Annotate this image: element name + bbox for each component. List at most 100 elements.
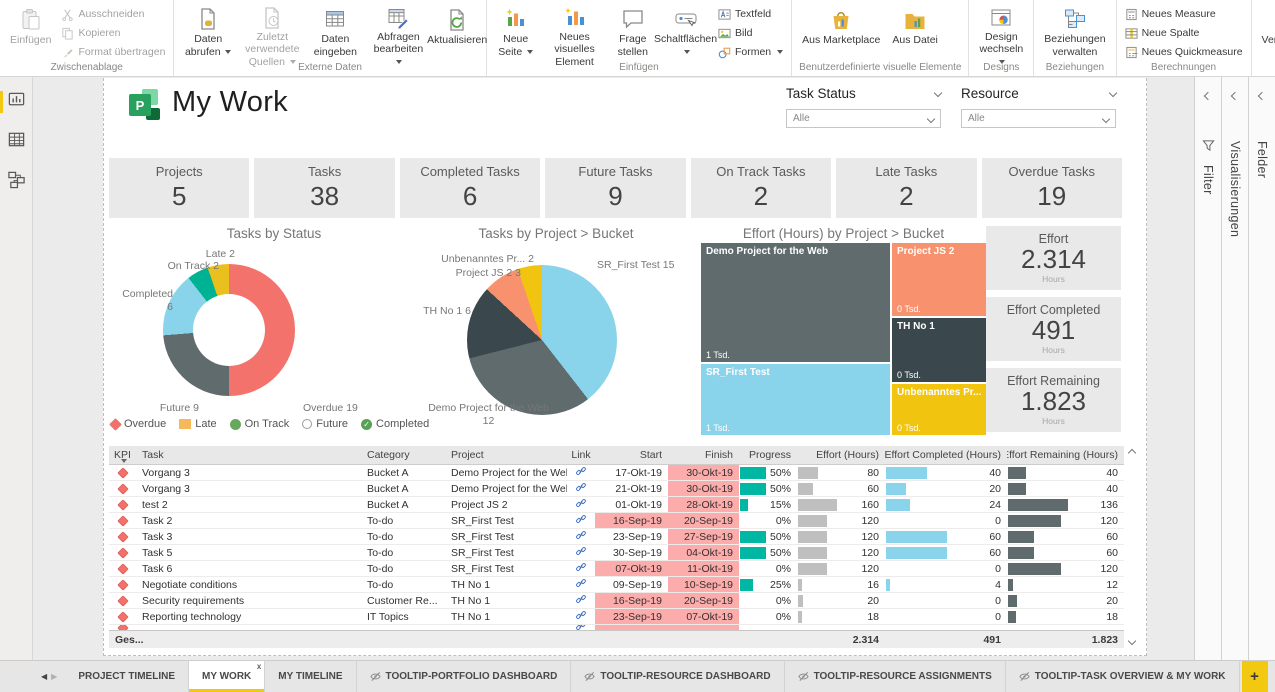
formen-button[interactable]: Formen [715, 43, 786, 61]
column-header-effort-hours[interactable]: Effort (Hours) [797, 446, 885, 464]
legend-item-overdue[interactable]: Overdue [111, 418, 166, 430]
tab-nav-back-icon[interactable]: ◀ [41, 672, 47, 681]
link-icon[interactable] [575, 609, 587, 624]
kpi-card-tasks[interactable]: Tasks 38 [254, 158, 394, 218]
treemap-node-project-js-2[interactable]: Project JS 2 0 Tsd. [892, 243, 986, 316]
neue-spalte-button[interactable]: Neue Spalte [1122, 24, 1246, 42]
tab-tooltip-resource-dashboard[interactable]: TOOLTIP-RESOURCE DASHBOARD [571, 661, 784, 692]
textfeld-button[interactable]: Textfeld [715, 5, 786, 23]
column-header-kpi[interactable]: KPI [109, 446, 136, 464]
tab-close-icon[interactable]: x [257, 662, 261, 671]
data-view-button[interactable] [0, 129, 33, 155]
schaltflächen-button[interactable]: Schaltflächen [658, 2, 713, 60]
slicer-dropdown[interactable]: Alle [786, 109, 941, 128]
link-cell[interactable] [567, 577, 595, 592]
treemap-node-th-no-1[interactable]: TH No 1 0 Tsd. [892, 318, 986, 382]
chevron-down-icon[interactable] [934, 89, 942, 97]
beziehungen-verwalten-button[interactable]: Beziehungen verwalten [1039, 2, 1110, 60]
tab-tooltip-portfolio-dashboard[interactable]: TOOLTIP-PORTFOLIO DASHBOARD [357, 661, 572, 692]
neues-visuelles-element-button[interactable]: Neues visuelles Element [542, 2, 608, 60]
tab-nav-forward-icon[interactable]: ▶ [51, 672, 57, 681]
column-header-category[interactable]: Category [361, 446, 445, 464]
model-view-button[interactable] [0, 169, 33, 195]
link-icon[interactable] [575, 577, 587, 592]
table-row[interactable]: Reporting technology IT Topics TH No 1 2… [109, 609, 1124, 625]
column-header-effort-remaining-hours[interactable]: Effort Remaining (Hours) [1007, 446, 1124, 464]
chevron-down-icon[interactable] [1102, 114, 1110, 122]
scroll-up-icon[interactable] [1128, 449, 1136, 457]
panel-expand-icon[interactable] [1231, 92, 1239, 100]
slicer-header[interactable]: Resource [961, 83, 1116, 103]
table-row[interactable]: Negotiate conditions To-do TH No 1 09-Se… [109, 577, 1124, 593]
link-cell[interactable] [567, 561, 595, 576]
link-icon[interactable] [575, 593, 587, 608]
aus-marketplace-button[interactable]: Aus Marketplace [797, 2, 885, 60]
new-page-button[interactable]: + [1242, 661, 1268, 692]
table-row[interactable]: Security requirements Customer Re... TH … [109, 593, 1124, 609]
column-header-effort-completed-hours[interactable]: Effort Completed (Hours) [885, 446, 1007, 464]
legend-item-on-track[interactable]: On Track [230, 418, 290, 430]
kpi-card-completed-tasks[interactable]: Completed Tasks 6 [400, 158, 540, 218]
column-header-start[interactable]: Start [595, 446, 668, 464]
kpi-card-future-tasks[interactable]: Future Tasks 9 [545, 158, 685, 218]
link-cell[interactable] [567, 545, 595, 560]
kpi-card-projects[interactable]: Projects 5 [109, 158, 249, 218]
column-header-project[interactable]: Project [445, 446, 567, 464]
legend-item-late[interactable]: Late [179, 418, 216, 430]
tab-tooltip-task-overview-my-work[interactable]: TOOLTIP-TASK OVERVIEW & MY WORK [1006, 661, 1240, 692]
slicer-header[interactable]: Task Status [786, 83, 941, 103]
neue-seite-button[interactable]: Neue Seite [492, 2, 540, 60]
column-header-finish[interactable]: Finish [668, 446, 739, 464]
aktualisieren-button[interactable]: Aktualisieren [434, 2, 481, 60]
neues-quickmeasure-button[interactable]: Neues Quickmeasure [1122, 43, 1246, 61]
neues-measure-button[interactable]: Neues Measure [1122, 5, 1246, 23]
daten-eingeben-button[interactable]: Daten eingeben [308, 2, 364, 60]
link-cell[interactable] [567, 593, 595, 608]
column-header-task[interactable]: Task [136, 446, 361, 464]
treemap-node-demo-project-for-the-web[interactable]: Demo Project for the Web 1 Tsd. [701, 243, 890, 362]
chevron-down-icon[interactable] [927, 114, 935, 122]
card-effort-remaining[interactable]: Effort Remaining 1.823 Hours [986, 368, 1121, 432]
link-icon[interactable] [575, 497, 587, 512]
link-icon[interactable] [575, 545, 587, 560]
tab-my-timeline[interactable]: MY TIMELINE [265, 661, 356, 692]
table-row[interactable]: Task 5 To-do SR_First Test 30-Sep-19 04-… [109, 545, 1124, 561]
table-scrollbar[interactable] [1125, 446, 1139, 648]
column-header-progress[interactable]: Progress [739, 446, 797, 464]
report-view-button[interactable] [0, 89, 33, 115]
design-wechseln-button[interactable]: Design wechseln [974, 2, 1028, 60]
card-effort[interactable]: Effort 2.314 Hours [986, 226, 1121, 290]
link-icon[interactable] [575, 465, 587, 480]
treemap-node-sr-first-test[interactable]: SR_First Test 1 Tsd. [701, 364, 890, 435]
scroll-down-icon[interactable] [1128, 637, 1136, 645]
aus-datei-button[interactable]: Aus Datei [887, 2, 943, 60]
panel-expand-icon[interactable] [1204, 92, 1212, 100]
link-cell[interactable] [567, 481, 595, 496]
panel-expand-icon[interactable] [1258, 92, 1266, 100]
kpi-card-on-track-tasks[interactable]: On Track Tasks 2 [691, 158, 831, 218]
table-row[interactable]: test 2 Bucket A Project JS 2 01-Okt-19 2… [109, 497, 1124, 513]
pie-chart[interactable] [467, 265, 617, 415]
chevron-down-icon[interactable] [1109, 89, 1117, 97]
abfragen-bearbeiten-button[interactable]: Abfragen bearbeiten [365, 2, 432, 60]
donut-chart[interactable] [163, 264, 295, 396]
link-icon[interactable] [575, 513, 587, 528]
kpi-card-late-tasks[interactable]: Late Tasks 2 [836, 158, 976, 218]
tab-my-work[interactable]: MY WORKx [189, 661, 265, 692]
link-cell[interactable] [567, 529, 595, 544]
frage-stellen-button[interactable]: Frage stellen [609, 2, 656, 60]
card-effort-completed[interactable]: Effort Completed 491 Hours [986, 297, 1121, 361]
slicer-dropdown[interactable]: Alle [961, 109, 1116, 128]
link-cell[interactable] [567, 465, 595, 480]
link-cell[interactable] [567, 497, 595, 512]
link-cell[interactable] [567, 609, 595, 624]
tab-project-timeline[interactable]: PROJECT TIMELINE [65, 661, 189, 692]
tab-tooltip-resource-assignments[interactable]: TOOLTIP-RESOURCE ASSIGNMENTS [785, 661, 1006, 692]
table-row[interactable]: Task 3 To-do SR_First Test 23-Sep-19 27-… [109, 529, 1124, 545]
legend-item-future[interactable]: Future [302, 418, 348, 430]
link-icon[interactable] [575, 481, 587, 496]
kpi-card-overdue-tasks[interactable]: Overdue Tasks 19 [982, 158, 1122, 218]
column-header-link[interactable]: Link [567, 446, 595, 464]
table-row[interactable]: Vorgang 3 Bucket A Demo Project for the … [109, 465, 1124, 481]
bild-button[interactable]: Bild [715, 24, 786, 42]
